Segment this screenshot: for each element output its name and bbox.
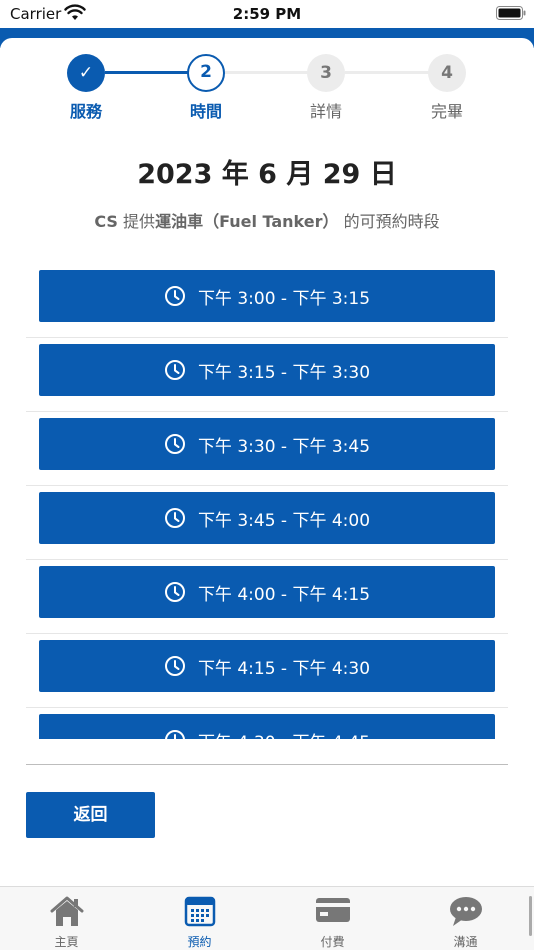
time-slot-button[interactable]: 下午 3:45 - 下午 4:00 bbox=[39, 492, 495, 544]
booking-sheet: ✓ 2 3 4 服務 時間 詳情 完畢 2023 年 6 月 29 日 CS 提… bbox=[0, 38, 534, 886]
status-bar: Carrier 2:59 PM bbox=[0, 0, 534, 28]
selected-date-title: 2023 年 6 月 29 日 bbox=[137, 159, 397, 190]
time-slot-button[interactable]: 下午 4:30 - 下午 4:45 bbox=[39, 714, 495, 739]
clock-icon bbox=[164, 434, 185, 454]
step-2-label: 時間 bbox=[189, 102, 222, 121]
step-2-indicator: 2 bbox=[187, 54, 225, 92]
clock-time: 2:59 PM bbox=[232, 5, 302, 23]
list-item: 下午 4:00 - 下午 4:15 bbox=[26, 560, 508, 634]
step-connector-3 bbox=[345, 71, 429, 74]
time-slot-label: 下午 4:00 - 下午 4:15 bbox=[197, 584, 371, 605]
time-slot-label: 下午 3:15 - 下午 3:30 bbox=[197, 362, 371, 383]
service-name: 運油車（Fuel Tanker） bbox=[155, 212, 339, 231]
tab-booking-label: 預約 bbox=[187, 935, 212, 949]
calendar-icon bbox=[184, 896, 215, 927]
step-3-label: 詳情 bbox=[309, 102, 342, 121]
time-slot-label: 下午 3:30 - 下午 3:45 bbox=[197, 436, 371, 457]
step-connector-2 bbox=[225, 71, 309, 74]
step-4-indicator: 4 bbox=[428, 54, 466, 92]
bottom-tab-bar: 主頁 預約 付費 溝通 bbox=[0, 886, 534, 950]
clock-icon bbox=[164, 286, 185, 306]
clock-icon bbox=[164, 582, 185, 602]
step-1-label: 服務 bbox=[69, 102, 102, 121]
step-3-indicator: 3 bbox=[307, 54, 345, 92]
tab-payment-label: 付費 bbox=[320, 935, 345, 949]
step-1-check-icon: ✓ bbox=[67, 54, 105, 92]
time-slot-button[interactable]: 下午 3:30 - 下午 3:45 bbox=[39, 418, 495, 470]
list-item: 下午 4:15 - 下午 4:30 bbox=[26, 634, 508, 708]
time-slot-button[interactable]: 下午 4:15 - 下午 4:30 bbox=[39, 640, 495, 692]
tab-messages[interactable]: 溝通 bbox=[399, 887, 532, 950]
time-slot-label: 下午 4:15 - 下午 4:30 bbox=[197, 658, 371, 679]
time-slot-button[interactable]: 下午 3:15 - 下午 3:30 bbox=[39, 344, 495, 396]
time-slot-label: 下午 4:30 - 下午 4:45 bbox=[198, 728, 370, 740]
back-button[interactable]: 返回 bbox=[26, 792, 155, 838]
list-item: 下午 4:30 - 下午 4:45 bbox=[26, 708, 508, 739]
tab-home-label: 主頁 bbox=[54, 935, 79, 949]
scrollbar-thumb[interactable] bbox=[529, 896, 532, 936]
provider-verb: 提供 bbox=[123, 212, 156, 231]
home-icon bbox=[50, 896, 83, 926]
credit-card-icon bbox=[315, 898, 350, 922]
list-item: 下午 3:45 - 下午 4:00 bbox=[26, 486, 508, 560]
clock-icon bbox=[164, 656, 185, 676]
tab-home[interactable]: 主頁 bbox=[0, 887, 133, 950]
time-slot-label: 下午 3:45 - 下午 4:00 bbox=[197, 510, 371, 531]
tab-messages-label: 溝通 bbox=[453, 935, 478, 949]
time-slot-button[interactable]: 下午 4:00 - 下午 4:15 bbox=[39, 566, 495, 618]
list-item: 下午 3:30 - 下午 3:45 bbox=[26, 412, 508, 486]
tab-payment[interactable]: 付費 bbox=[266, 887, 399, 950]
step-connector-1 bbox=[105, 71, 189, 74]
subtitle-suffix: 的可預約時段 bbox=[343, 212, 440, 231]
time-slot-list[interactable]: 下午 3:00 - 下午 3:15 下午 3:15 - 下午 3:30 下午 3… bbox=[26, 264, 508, 739]
chat-bubble-icon bbox=[449, 897, 482, 926]
step-4-label: 完畢 bbox=[430, 102, 463, 121]
list-item: 下午 3:00 - 下午 3:15 bbox=[26, 264, 508, 338]
clock-icon bbox=[164, 360, 185, 380]
time-slot-label: 下午 3:00 - 下午 3:15 bbox=[197, 288, 371, 309]
provider-name: CS bbox=[94, 212, 118, 231]
availability-subtitle: CS 提供運油車（Fuel Tanker） 的可預約時段 bbox=[0, 208, 534, 232]
list-item: 下午 3:15 - 下午 3:30 bbox=[26, 338, 508, 412]
tab-booking[interactable]: 預約 bbox=[133, 887, 266, 950]
section-divider bbox=[26, 764, 508, 765]
progress-stepper: ✓ 2 3 4 服務 時間 詳情 完畢 bbox=[0, 54, 534, 134]
clock-icon bbox=[164, 730, 185, 739]
clock-icon bbox=[164, 508, 185, 528]
time-slot-button[interactable]: 下午 3:00 - 下午 3:15 bbox=[39, 270, 495, 322]
battery-icon bbox=[496, 6, 526, 20]
